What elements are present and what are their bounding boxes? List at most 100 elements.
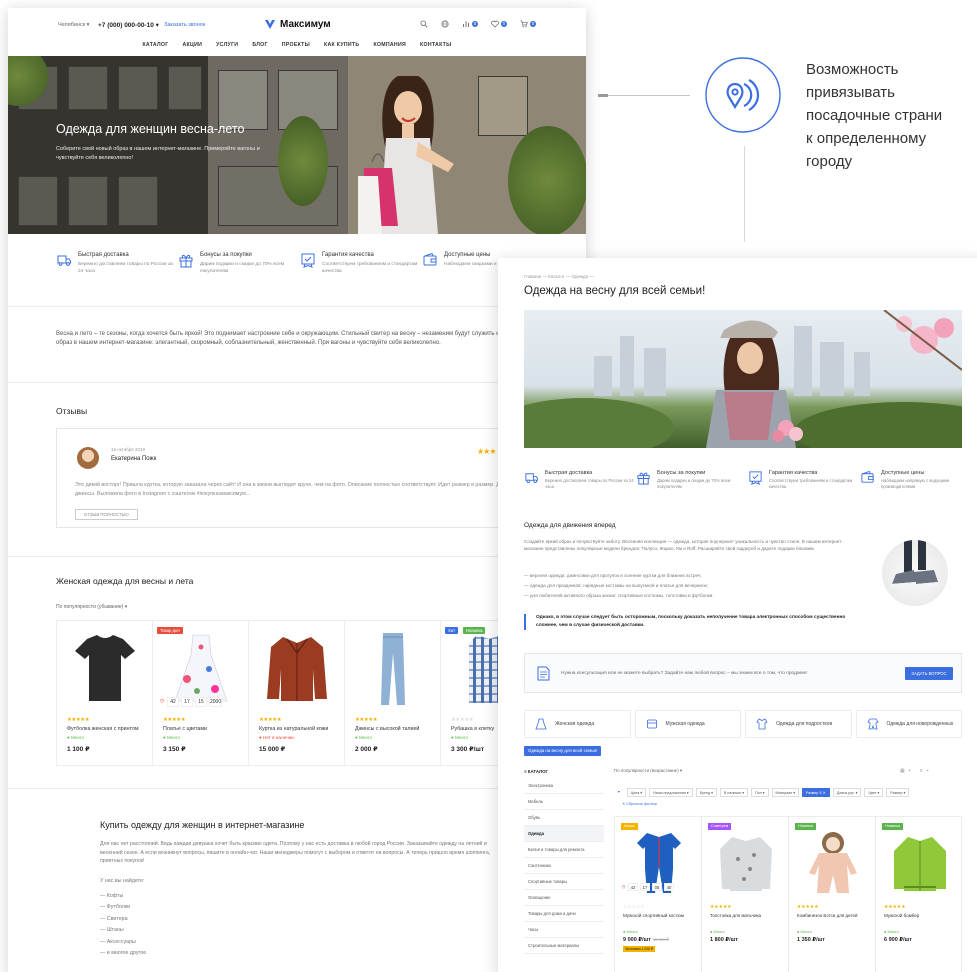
location-pin-icon (705, 57, 781, 133)
view-toggle[interactable]: ▦▪ ≡▪ (900, 768, 933, 774)
breadcrumb[interactable]: Главная — Каталог — Одежда — (524, 274, 594, 279)
quality-icon (301, 253, 315, 268)
product-name[interactable]: Комбинезон Бэтси для детей (797, 913, 875, 919)
feature-text: Соответствуем требованиям и стандартам к… (322, 262, 418, 274)
sort-dropdown[interactable]: По популярности (убывание) ▾ (56, 604, 127, 610)
category-label: Мужская одежда (665, 721, 705, 727)
filter-chip[interactable]: Цена ▾ (626, 788, 647, 797)
product-name[interactable]: Мужской бомбер (884, 913, 962, 919)
product-rating: ☆☆☆☆☆ (623, 905, 645, 910)
product-name[interactable]: Куртка из натуральной кожи (259, 726, 343, 732)
filter-chip[interactable]: Цвет ▾ (864, 788, 884, 797)
product-availability: ● Много (163, 735, 181, 740)
cart-button[interactable]: 0 (520, 20, 536, 28)
feature-title: Быстрая доставка (78, 252, 129, 258)
compare-count: 0 (472, 21, 478, 27)
product-availability: ● Много (884, 929, 899, 934)
product-card[interactable]: ★★★★★ Куртка из натуральной кожи ● Нет в… (249, 621, 345, 765)
filter-chip[interactable]: В наличии ▾ (719, 788, 749, 797)
product-price: 1 800 ₽/шт (710, 937, 738, 943)
sidebar-item[interactable]: Обувь (524, 810, 604, 826)
sidebar-item[interactable]: Строительные материалы (524, 938, 604, 954)
deal-countdown: ◷ 42 17 15 2000 (159, 697, 223, 707)
filter-chip[interactable]: Материал ▾ (771, 788, 800, 797)
product-name[interactable]: Платье с цветами (163, 726, 247, 732)
nav-projects[interactable]: ПРОЕКТЫ (282, 42, 310, 48)
category-men[interactable]: Мужская одежда (634, 710, 741, 738)
nav-blog[interactable]: БЛОГ (252, 42, 267, 48)
category-women[interactable]: Женская одежда (524, 710, 631, 738)
filter-chip-active[interactable]: Размер S ✕ (802, 788, 830, 797)
phone-number[interactable]: +7 (000) 000-00-10 ▾ (98, 21, 159, 29)
nav-catalog[interactable]: КАТАЛОГ (142, 42, 168, 48)
sidebar-item-active[interactable]: Одежда (524, 826, 604, 842)
list-item: — верхняя одежда: джинсовки для прогулок… (524, 573, 702, 578)
nav-sales[interactable]: АКЦИИ (182, 42, 202, 48)
nav-company[interactable]: КОМПАНИЯ (373, 42, 406, 48)
ask-question-button[interactable]: ЗАДАТЬ ВОПРОС (905, 667, 953, 680)
nav-services[interactable]: УСЛУГИ (216, 42, 238, 48)
countdown-hours: 17 (640, 883, 650, 891)
feature-bonus: Бонусы за покупки Дарим подарки и скидки … (636, 470, 746, 490)
product-card[interactable]: Советуем ★★★★★ Толстовка для мальчика ● … (701, 816, 788, 972)
category-teen[interactable]: Одежда для подростков (745, 710, 852, 738)
product-card[interactable]: Новинка ★★★★★ Мужской бомбер ● Много 6 9… (875, 816, 962, 972)
product-name[interactable]: Джинсы с высокой талией (355, 726, 439, 732)
sidebar-item[interactable]: Товары для дома и дачи (524, 906, 604, 922)
seo-text: Для нас нет расстояний. Ведь каждая деву… (100, 841, 491, 864)
city-selector[interactable]: Челябинск ▾ (58, 22, 89, 28)
category-baby[interactable]: Одежда для новорожденных (855, 710, 962, 738)
product-sticker: Советуем (708, 823, 732, 830)
sort-bar: По популярности (убывание) ▾ ▦▪ (56, 604, 546, 611)
sidebar-item[interactable]: Сантехника (524, 858, 604, 874)
product-card[interactable]: Акция ◷ 42 17 05 40 ☆☆☆☆☆ Мужской спорти… (614, 816, 701, 972)
consult-banner: Нужна консультация или не можете выбрать… (524, 653, 962, 693)
sidebar-item[interactable]: Спортивные товары (524, 874, 604, 890)
feature-quality: Гарантия качества Соответствуем требовани… (748, 470, 858, 490)
reset-filter-link[interactable]: ✕ Сбросить фильтр (622, 801, 657, 806)
favorites-button[interactable]: 0 (491, 20, 507, 28)
seo-tag[interactable]: Одежда на весну для всей семьи! (524, 746, 602, 756)
nav-contacts[interactable]: КОНТАКТЫ (420, 42, 451, 48)
hero-title: Одежда для женщин весна-лето (56, 122, 245, 136)
deal-countdown: ◷ 42 17 05 40 (621, 883, 674, 891)
review-full-button[interactable]: ОТЗЫВ ПОЛНОСТЬЮ (75, 509, 138, 520)
product-card[interactable]: ★★★★★ Джинсы с высокой талией ● Много 2 … (345, 621, 441, 765)
sidebar-item[interactable]: Освещение (524, 890, 604, 906)
countdown-days: 42 (167, 697, 179, 707)
nav-how-to-buy[interactable]: КАК КУПИТЬ (324, 42, 359, 48)
sidebar-item[interactable]: Электроника (524, 778, 604, 794)
sidebar-item[interactable]: Часы (524, 922, 604, 938)
seo-title: Купить одежду для женщин в интернет-мага… (100, 820, 305, 830)
search-button[interactable] (420, 20, 428, 28)
filter-chip[interactable]: Пол ▾ (751, 788, 769, 797)
sidebar-item[interactable]: Мебель (524, 794, 604, 810)
feature-delivery: Быстрая доставка Бережно доставляем товар… (56, 252, 176, 275)
filter-chip[interactable]: Бренд ▾ (695, 788, 717, 797)
sidebar-item[interactable]: Бельё и товары для ремонта (524, 842, 604, 858)
product-name[interactable]: Толстовка для мальчика (710, 913, 788, 919)
product-sticker: Новинка (795, 823, 816, 830)
callback-link[interactable]: Заказать звонок (164, 22, 205, 28)
clock-icon: ◷ (159, 697, 165, 707)
product-name[interactable]: Мужской спортивный костюм (623, 913, 701, 919)
product-card[interactable]: Новинка ★★★★★ Комбинезон Бэтси для детей… (788, 816, 875, 972)
filter-chip[interactable]: Наши предложения ▾ (649, 788, 693, 797)
sort-dropdown[interactable]: По популярности (возрастание) ▾ (614, 768, 682, 774)
sidebar-header[interactable]: ≡ КАТАЛОГ (524, 766, 604, 778)
feature-text: Дарим подарки и скидки до 70% всем покуп… (200, 262, 284, 274)
site-header: Челябинск ▾ +7 (000) 000-00-10 ▾ Заказат… (8, 8, 586, 48)
section-list: — верхняя одежда: джинсовки для прогулок… (524, 571, 714, 601)
site-logo[interactable]: Максимум (264, 18, 331, 30)
product-card[interactable]: Товар дня ◷ 42 17 15 2000 ★★★★★ Платье с… (153, 621, 249, 765)
product-card[interactable]: ★★★★★ Футболка женская с принтом ● Много… (57, 621, 153, 765)
filter-chip[interactable]: Длина рук. ▾ (832, 788, 862, 797)
filter-chip[interactable]: Размер ▾ (886, 788, 910, 797)
language-button[interactable] (441, 20, 449, 28)
product-image-leather-jacket (267, 637, 327, 701)
clock-icon: ◷ (621, 883, 626, 891)
product-name[interactable]: Футболка женская с принтом (67, 726, 151, 732)
product-image-baby-overall (809, 832, 857, 893)
seo-list-lead: У нас вы найдете: (100, 878, 145, 884)
compare-button[interactable]: 0 (462, 20, 478, 28)
